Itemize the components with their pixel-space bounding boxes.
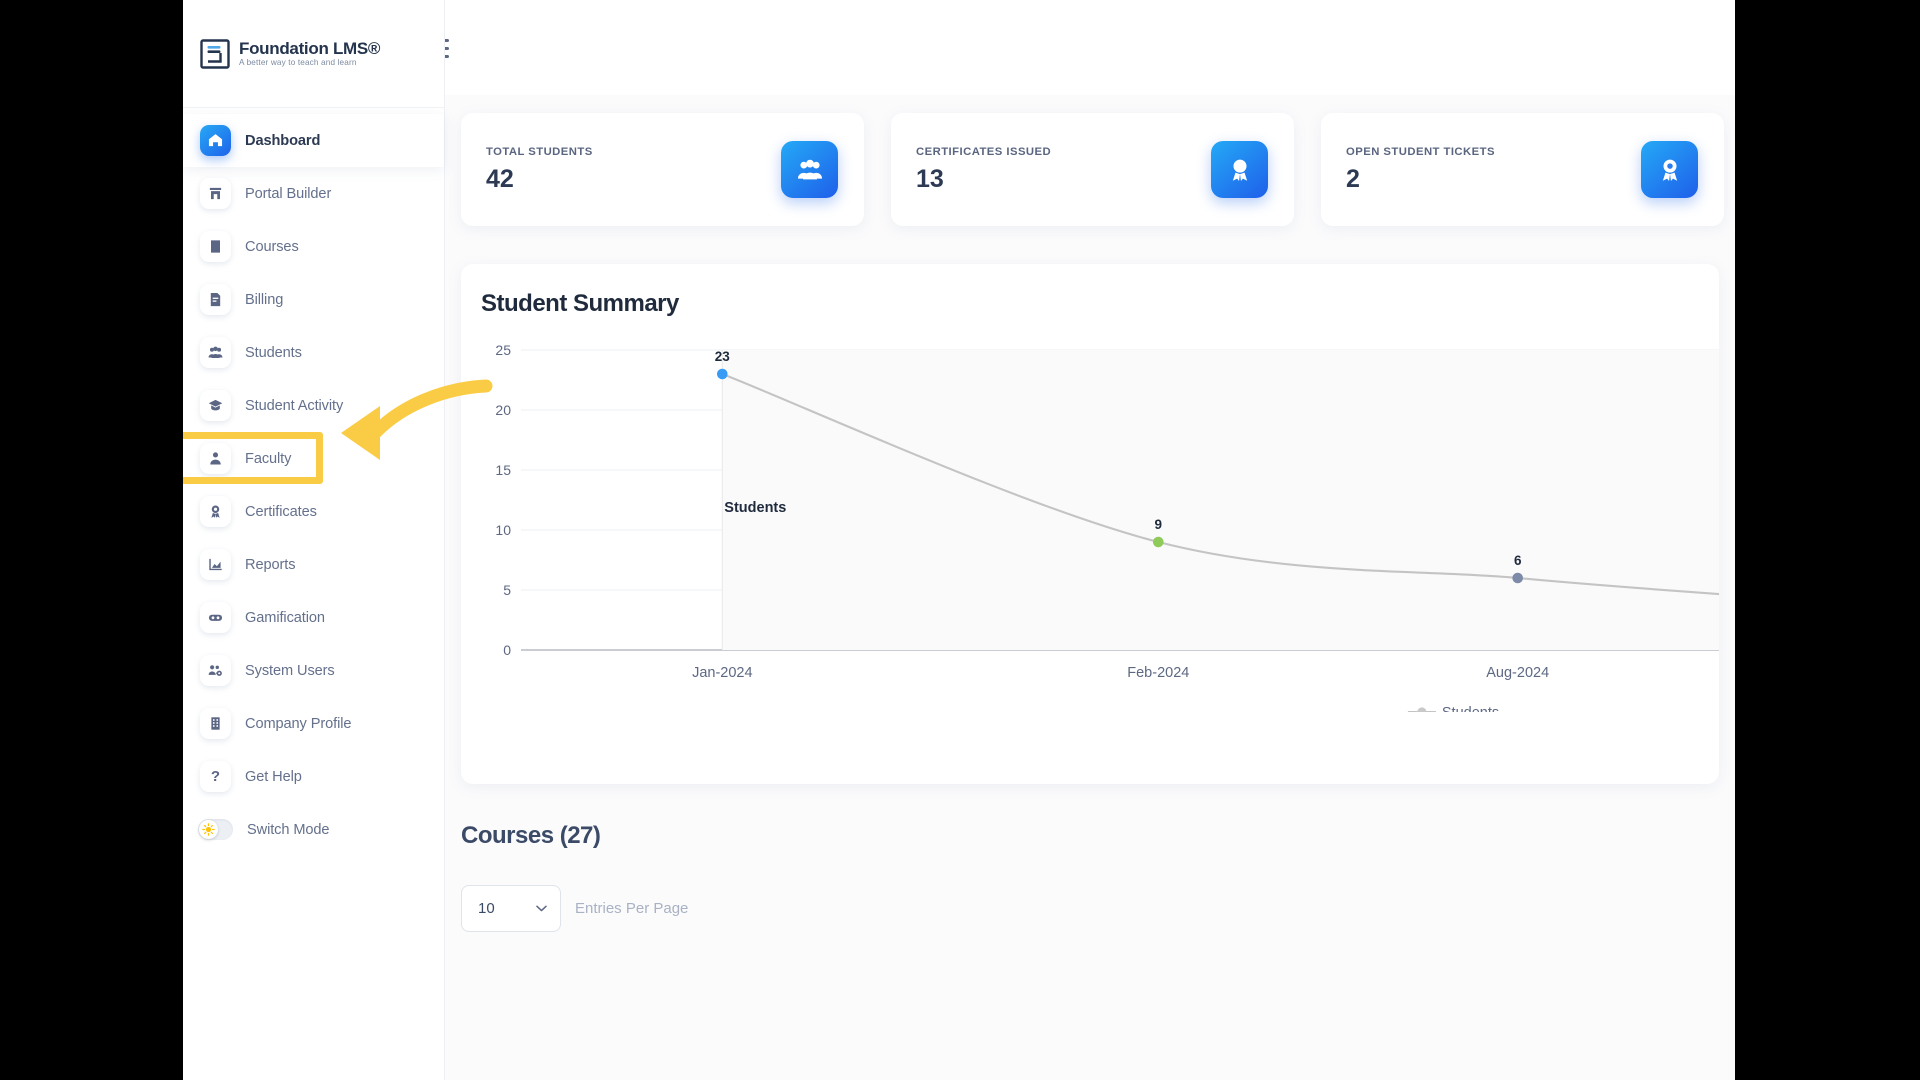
user-tie-icon (200, 443, 231, 474)
stat-card-value: 13 (916, 164, 944, 193)
stat-card-value: 42 (486, 164, 514, 193)
svg-text:15: 15 (495, 462, 511, 478)
stat-card-label: OPEN STUDENT TICKETS (1346, 145, 1495, 158)
courses-title: Courses (27) (461, 822, 601, 849)
sidebar: Foundation LMS® A better way to teach an… (183, 0, 445, 1080)
svg-text:Aug-2024: Aug-2024 (1486, 665, 1549, 681)
sidebar-item-students[interactable]: Students (183, 326, 444, 379)
sun-toggle-icon[interactable] (198, 819, 233, 840)
sidebar-item-billing[interactable]: Billing (183, 273, 444, 326)
book-icon (200, 231, 231, 262)
question-mark-icon: ? (200, 761, 231, 792)
svg-text:6: 6 (1514, 553, 1522, 568)
svg-text:10: 10 (495, 522, 511, 538)
sidebar-item-label: Reports (245, 556, 296, 573)
sidebar-item-label: Portal Builder (245, 185, 332, 202)
users-group-icon (781, 141, 838, 198)
svg-text:Students: Students (1442, 705, 1499, 712)
ticket-icon (1641, 141, 1698, 198)
chevron-down-icon (536, 905, 547, 912)
home-icon (200, 125, 231, 156)
entries-per-page-row: 10 Entries Per Page (461, 885, 1735, 932)
building-icon (200, 708, 231, 739)
sidebar-item-label: Courses (245, 238, 299, 255)
stat-card-value: 2 (1346, 164, 1360, 193)
sidebar-item-label: Dashboard (245, 132, 321, 149)
sidebar-item-courses[interactable]: Courses (183, 220, 444, 273)
brand-logo[interactable]: Foundation LMS® A better way to teach an… (183, 0, 444, 108)
entries-per-page-label: Entries Per Page (575, 900, 689, 917)
sidebar-item-label: Certificates (245, 503, 317, 520)
sidebar-item-switch-mode[interactable]: Switch Mode (183, 803, 444, 856)
sidebar-item-label: Student Activity (245, 397, 344, 414)
svg-text:Feb-2024: Feb-2024 (1127, 665, 1189, 681)
svg-text:9: 9 (1155, 517, 1163, 532)
stat-cards: TOTAL STUDENTS 42 CERTIFICATES ISSUED 13 OPE… (461, 113, 1735, 226)
app-viewport: Foundation LMS® A better way to teach an… (183, 0, 1735, 1080)
sidebar-item-label: Faculty (245, 450, 292, 467)
users-cog-icon (200, 655, 231, 686)
sidebar-item-label: Gamification (245, 609, 325, 626)
sidebar-item-system-users[interactable]: System Users (183, 644, 444, 697)
sidebar-item-dashboard[interactable]: Dashboard (183, 114, 444, 167)
svg-text:Jan-2024: Jan-2024 (692, 665, 752, 681)
svg-text:23: 23 (715, 349, 731, 364)
sidebar-nav: Dashboard Portal Builder Courses Billing Stu… (183, 108, 444, 856)
chart-svg: 0 5 10 15 20 25 23 9 6 Students Jan-2024 Feb-2024 Au… (495, 342, 1719, 712)
chart-area-icon (200, 549, 231, 580)
student-summary-panel: Student Summary 0 5 10 15 20 25 23 9 6 Students Ja… (461, 264, 1719, 784)
sidebar-item-certificates[interactable]: Certificates (183, 485, 444, 538)
sidebar-item-gamification[interactable]: Gamification (183, 591, 444, 644)
award-icon (200, 496, 231, 527)
sidebar-item-label: Company Profile (245, 715, 352, 732)
invoice-icon (200, 284, 231, 315)
stat-card-label: CERTIFICATES ISSUED (916, 145, 1052, 158)
sidebar-item-portal-builder[interactable]: Portal Builder (183, 167, 444, 220)
sidebar-item-get-help[interactable]: ? Get Help (183, 750, 444, 803)
sidebar-item-faculty[interactable]: Faculty (183, 432, 444, 485)
document-lines-icon (200, 38, 230, 69)
stat-card-label: TOTAL STUDENTS (486, 145, 593, 158)
users-group-icon (200, 337, 231, 368)
sidebar-item-reports[interactable]: Reports (183, 538, 444, 591)
topbar (423, 0, 1735, 95)
gamepad-icon (200, 602, 231, 633)
brand-title: Foundation LMS® (239, 38, 381, 58)
award-icon (1211, 141, 1268, 198)
main-content: TOTAL STUDENTS 42 CERTIFICATES ISSUED 13 OPE… (445, 95, 1735, 1080)
sidebar-item-label: Switch Mode (247, 821, 330, 838)
brand-tagline: A better way to teach and learn (239, 58, 357, 68)
panel-title: Student Summary (481, 290, 679, 317)
sidebar-item-student-activity[interactable]: Student Activity (183, 379, 444, 432)
sidebar-item-label: Students (245, 344, 302, 361)
sidebar-item-label: Get Help (245, 768, 302, 785)
courses-section: Courses (27) 10 Entries Per Page (461, 822, 1735, 932)
stat-card-certificates-issued: CERTIFICATES ISSUED 13 (891, 113, 1294, 226)
stat-card-open-student-tickets: OPEN STUDENT TICKETS 2 (1321, 113, 1724, 226)
svg-text:5: 5 (503, 582, 511, 598)
svg-text:25: 25 (495, 342, 511, 358)
svg-text:20: 20 (495, 402, 511, 418)
svg-text:0: 0 (503, 642, 511, 658)
entries-per-page-select[interactable]: 10 (461, 885, 561, 932)
stat-card-total-students: TOTAL STUDENTS 42 (461, 113, 864, 226)
graduation-cap-icon (200, 390, 231, 421)
sidebar-item-company-profile[interactable]: Company Profile (183, 697, 444, 750)
sidebar-item-label: System Users (245, 662, 335, 679)
line-chart: 0 5 10 15 20 25 23 9 6 Students Jan-2024 Feb-2024 Au… (481, 332, 1719, 712)
entries-per-page-value: 10 (478, 900, 495, 917)
portal-icon (200, 178, 231, 209)
sidebar-item-label: Billing (245, 291, 284, 308)
svg-text:Students: Students (724, 500, 786, 516)
